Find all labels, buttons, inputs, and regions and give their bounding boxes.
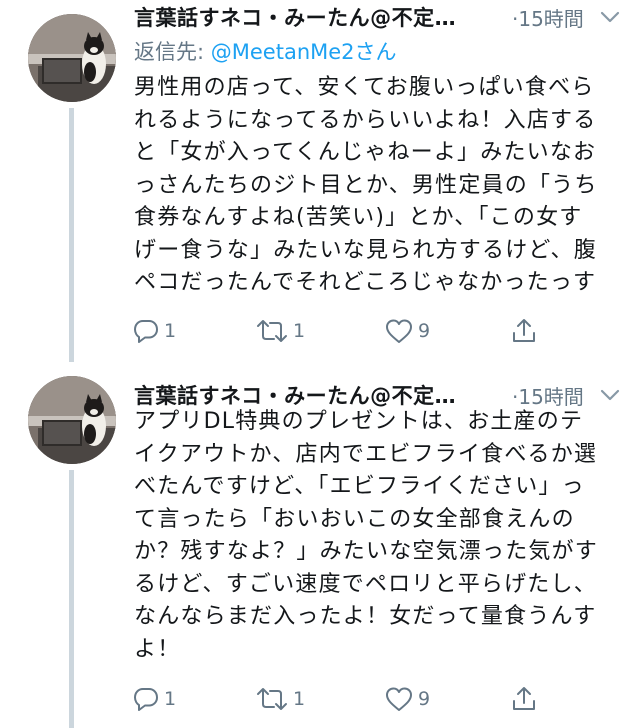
tweet-actions: 1 1 9: [132, 684, 552, 714]
reply-count: 1: [164, 688, 177, 710]
avatar[interactable]: [28, 14, 116, 102]
retweet-icon: [255, 317, 289, 345]
like-button[interactable]: 9: [384, 684, 430, 714]
avatar-cat-image: [28, 14, 116, 102]
like-button[interactable]: 9: [384, 316, 430, 346]
retweet-count: 1: [293, 320, 306, 342]
share-button[interactable]: [510, 684, 538, 714]
reply-button[interactable]: 1: [132, 316, 176, 346]
avatar-cat-image: [28, 376, 116, 464]
thread-line: [69, 470, 74, 728]
like-count: 9: [418, 320, 431, 342]
share-button[interactable]: [510, 316, 538, 346]
chevron-down-icon[interactable]: [597, 4, 623, 30]
retweet-button[interactable]: 1: [255, 316, 305, 346]
reply-icon: [132, 317, 160, 345]
tweet[interactable]: 言葉話すネコ・みーたん@不定… ·15時間 返信先: @MeetanMe2さん …: [0, 0, 640, 362]
reply-to-handle[interactable]: @MeetanMe2さん: [211, 40, 397, 64]
tweet-header: 言葉話すネコ・みーたん@不定… ·15時間: [134, 2, 624, 34]
author-name[interactable]: 言葉話すネコ・みーたん@不定…: [134, 2, 456, 32]
reply-to: 返信先: @MeetanMe2さん: [134, 36, 397, 66]
tweet-actions: 1 1 9: [132, 316, 552, 346]
tweet[interactable]: 言葉話すネコ・みーたん@不定… ·15時間 アプリDL特典のプレゼントは、お土産…: [0, 362, 640, 728]
reply-button[interactable]: 1: [132, 684, 176, 714]
reply-icon: [132, 685, 160, 713]
heart-icon: [384, 317, 414, 345]
retweet-icon: [255, 685, 289, 713]
timestamp[interactable]: ·15時間: [512, 3, 584, 32]
heart-icon: [384, 685, 414, 713]
chevron-down-icon[interactable]: [597, 382, 623, 408]
retweet-count: 1: [293, 688, 306, 710]
avatar[interactable]: [28, 376, 116, 464]
tweet-text: 男性用の店って、安くてお腹いっぱい食べら れるようになってるからいいよね！入店す…: [134, 75, 598, 295]
like-count: 9: [418, 688, 431, 710]
reply-count: 1: [164, 320, 177, 342]
share-icon: [510, 685, 538, 713]
thread-line: [69, 108, 74, 362]
reply-to-label: 返信先:: [134, 40, 211, 64]
tweet-text: アプリDL特典のプレゼントは、お土産のテ イクアウトか、店内でエビフライ食べるか…: [134, 409, 599, 662]
retweet-button[interactable]: 1: [255, 684, 305, 714]
share-icon: [510, 317, 538, 345]
